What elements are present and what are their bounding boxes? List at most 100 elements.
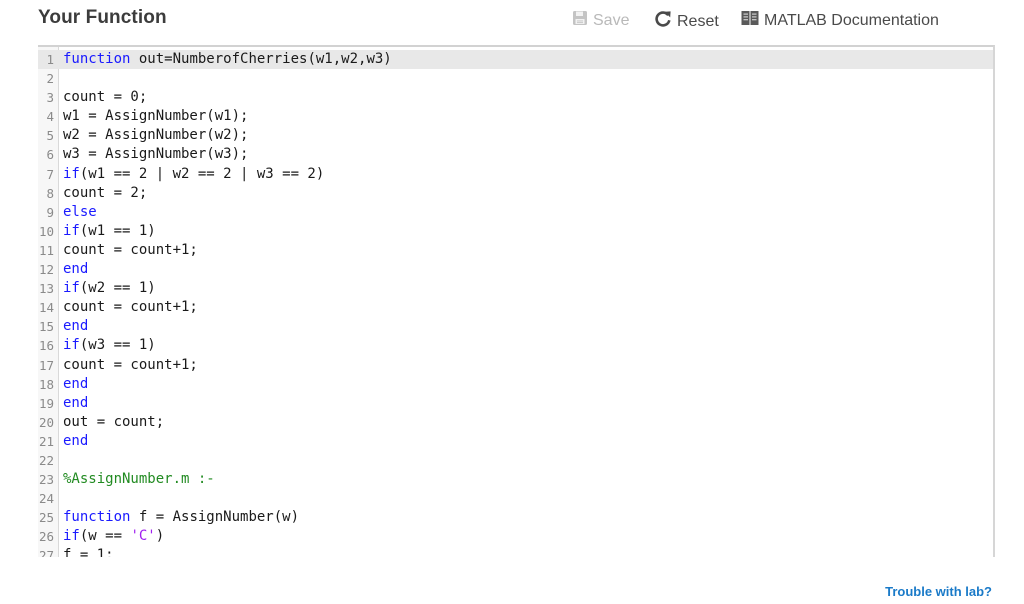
code-line[interactable]: 17 count = count+1; (38, 356, 993, 375)
code-token: f = 1; (63, 547, 114, 557)
line-number: 2 (46, 71, 54, 87)
code-token: (w == (79, 528, 131, 545)
keyword-token: function (63, 509, 131, 526)
code-line[interactable]: 13 if(w2 == 1) (38, 279, 993, 298)
keyword-token: end (63, 432, 89, 449)
code-line[interactable]: 2 (38, 69, 993, 88)
string-token: 'C' (130, 528, 156, 545)
code-token: out=NumberofCherries(w1,w2,w3) (138, 51, 392, 67)
code-text: count = 0; (63, 88, 147, 107)
keyword-token: else (63, 203, 97, 220)
keyword-token: function (63, 51, 131, 67)
code-lines[interactable]: 1 function out=NumberofCherries(w1,w2,w3)… (38, 50, 993, 557)
line-number: 15 (38, 319, 54, 335)
line-number: 22 (38, 452, 54, 468)
code-token: count = count+1; (63, 241, 198, 258)
code-editor[interactable]: 1 function out=NumberofCherries(w1,w2,w3)… (38, 45, 995, 557)
matlab-documentation-button[interactable]: MATLAB Documentation (741, 10, 939, 31)
code-text: count = count+1; (63, 241, 198, 260)
matlab-documentation-label: MATLAB Documentation (764, 11, 939, 29)
code-text: function out=NumberofCherries(w1,w2,w3) (63, 50, 392, 69)
code-line[interactable]: 23 %AssignNumber.m :- (38, 470, 993, 489)
line-number: 4 (46, 109, 54, 125)
code-line[interactable]: 9 else (38, 203, 993, 222)
code-text: w3 = AssignNumber(w3); (63, 145, 248, 164)
code-line[interactable]: 24 (38, 489, 993, 508)
line-number: 13 (38, 281, 54, 297)
code-text: if(w3 == 1) (63, 336, 156, 355)
code-text: if(w1 == 1) (63, 222, 156, 241)
keyword-token: if (63, 528, 80, 545)
keyword-token: if (63, 337, 80, 354)
line-number: 9 (46, 204, 54, 220)
reset-button[interactable]: Reset (654, 10, 719, 33)
line-number: 25 (38, 510, 54, 526)
code-text: w2 = AssignNumber(w2); (63, 126, 248, 145)
code-line[interactable]: 20 out = count; (38, 413, 993, 432)
code-line[interactable]: 15 end (38, 317, 993, 336)
line-number: 5 (46, 128, 54, 144)
code-line[interactable]: 27 f = 1; (38, 546, 993, 557)
code-text: count = count+1; (63, 356, 198, 375)
code-token: out = count; (63, 413, 165, 430)
reset-label: Reset (677, 12, 719, 30)
save-button[interactable]: Save (572, 10, 629, 31)
save-label: Save (593, 11, 630, 29)
code-token: f = AssignNumber(w) (138, 509, 300, 526)
code-token: count = 0; (63, 89, 148, 106)
code-line[interactable]: 8 count = 2; (38, 184, 993, 203)
code-line[interactable]: 10 if(w1 == 1) (38, 222, 993, 241)
code-text: if(w1 == 2 | w2 == 2 | w3 == 2) (63, 165, 324, 184)
line-number: 27 (38, 548, 54, 557)
code-line[interactable]: 22 (38, 451, 993, 470)
keyword-token: if (63, 222, 80, 239)
code-token: w2 = AssignNumber(w2); (63, 127, 249, 144)
code-line[interactable]: 19 end (38, 394, 993, 413)
code-line[interactable]: 3 count = 0; (38, 88, 993, 107)
code-line[interactable]: 16 if(w3 == 1) (38, 336, 993, 355)
code-line[interactable]: 1 function out=NumberofCherries(w1,w2,w3) (38, 50, 993, 70)
code-text: count = count+1; (63, 298, 198, 317)
code-text: if(w == 'C') (63, 527, 164, 546)
code-token: (w1 == 2 | w2 == 2 | w3 == 2) (79, 165, 325, 182)
code-token: (w1 == 1) (79, 222, 156, 239)
refresh-icon (654, 10, 672, 33)
code-line[interactable]: 25 function f = AssignNumber(w) (38, 508, 993, 527)
code-line[interactable]: 11 count = count+1; (38, 241, 993, 260)
line-number: 19 (38, 395, 54, 411)
section-title: Your Function (38, 7, 167, 28)
line-number: 3 (46, 90, 54, 106)
comment-token: %AssignNumber.m :- (63, 471, 215, 488)
code-line[interactable]: 5 w2 = AssignNumber(w2); (38, 126, 993, 145)
trouble-with-lab-link[interactable]: Trouble with lab? (885, 584, 992, 599)
line-number: 7 (46, 166, 54, 182)
code-token: w1 = AssignNumber(w1); (63, 108, 249, 125)
code-text: end (63, 317, 88, 336)
keyword-token: end (63, 261, 89, 278)
floppy-disk-icon (572, 10, 588, 31)
code-line[interactable]: 12 end (38, 260, 993, 279)
code-token: count = 2; (63, 184, 148, 201)
line-number: 1 (46, 52, 54, 67)
line-number: 17 (38, 357, 54, 373)
code-token: count = count+1; (63, 356, 198, 373)
code-text: count = 2; (63, 184, 147, 203)
code-line[interactable]: 21 end (38, 432, 993, 451)
line-number: 23 (38, 472, 54, 488)
code-token: (w2 == 1) (79, 280, 156, 297)
code-text: w1 = AssignNumber(w1); (63, 107, 248, 126)
code-line[interactable]: 26 if(w == 'C') (38, 527, 993, 546)
code-token: (w3 == 1) (79, 337, 156, 354)
code-line[interactable]: 7 if(w1 == 2 | w2 == 2 | w3 == 2) (38, 165, 993, 184)
code-line[interactable]: 18 end (38, 375, 993, 394)
line-number: 12 (38, 262, 54, 278)
code-line[interactable]: 4 w1 = AssignNumber(w1); (38, 107, 993, 126)
code-line[interactable]: 6 w3 = AssignNumber(w3); (38, 145, 993, 164)
code-token: count = count+1; (63, 299, 198, 316)
code-line[interactable]: 14 count = count+1; (38, 298, 993, 317)
line-number: 26 (38, 529, 54, 545)
code-token: w3 = AssignNumber(w3); (63, 146, 249, 163)
line-number: 21 (38, 433, 54, 449)
line-number: 8 (46, 185, 54, 201)
line-number: 14 (38, 300, 54, 316)
